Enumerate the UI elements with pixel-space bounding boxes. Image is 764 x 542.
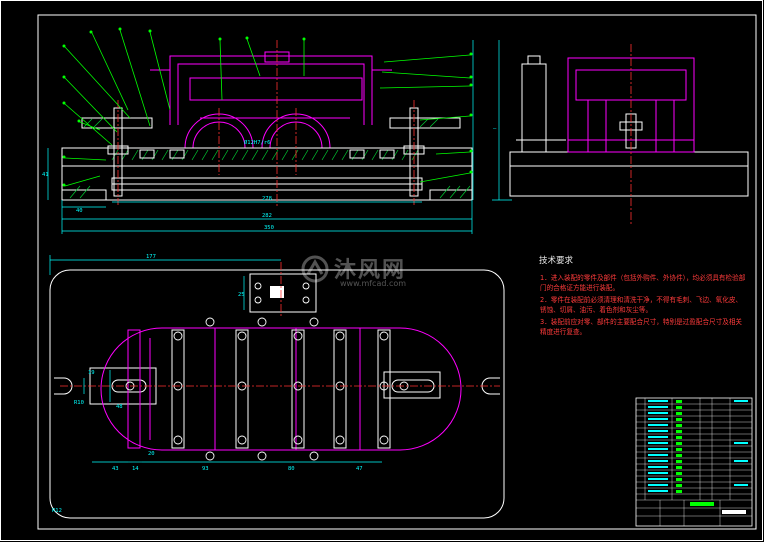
dim-40: 40 (76, 208, 83, 214)
dim-177: 177 (146, 254, 156, 260)
tech-requirements-title: 技术要求 (539, 256, 574, 266)
dim-14: 14 (132, 466, 139, 472)
tech-requirement-2: 2．零件在装配前必须清理和清洗干净，不得有毛刺、飞边、氧化皮、锈蚀、切屑、油污、… (540, 296, 743, 314)
plan-view: 177 43 14 20 93 80 47 19 48 25 R10 R12 (49, 254, 505, 519)
side-height-dim: — (493, 126, 497, 132)
bom-table (635, 397, 753, 527)
dim-278: 278 (262, 196, 272, 202)
dim-43: 43 (112, 466, 119, 472)
tech-requirement-1: 1．进入装配的零件及部件（包括外购件、外协件），均必须具有检验部门的合格证方能进… (540, 274, 746, 292)
cad-drawing: 41 40 278 282 350 Ø12H7/r6 — 177 43 14 2… (0, 0, 763, 541)
dim-282: 282 (262, 213, 272, 219)
dim-r10: R10 (74, 400, 84, 406)
dim-25: 25 (238, 292, 245, 298)
dim-80: 80 (288, 466, 295, 472)
dim-20: 20 (148, 451, 155, 457)
dim-47: 47 (356, 466, 363, 472)
dim-r12: R12 (52, 508, 62, 514)
dim-48: 48 (116, 404, 123, 410)
side-view: — (492, 40, 749, 224)
front-view: 41 40 278 282 350 Ø12H7/r6 (42, 27, 474, 234)
dim-19: 19 (88, 370, 95, 376)
fit-callout: Ø12H7/r6 (244, 139, 271, 146)
tech-requirement-3: 3．装配前应对零、部件的主要配合尺寸，特别是过盈配合尺寸及相关精度进行复查。 (540, 318, 743, 336)
dim-350: 350 (264, 225, 274, 231)
dim-93: 93 (202, 466, 209, 472)
dim-height: 41 (42, 172, 49, 178)
